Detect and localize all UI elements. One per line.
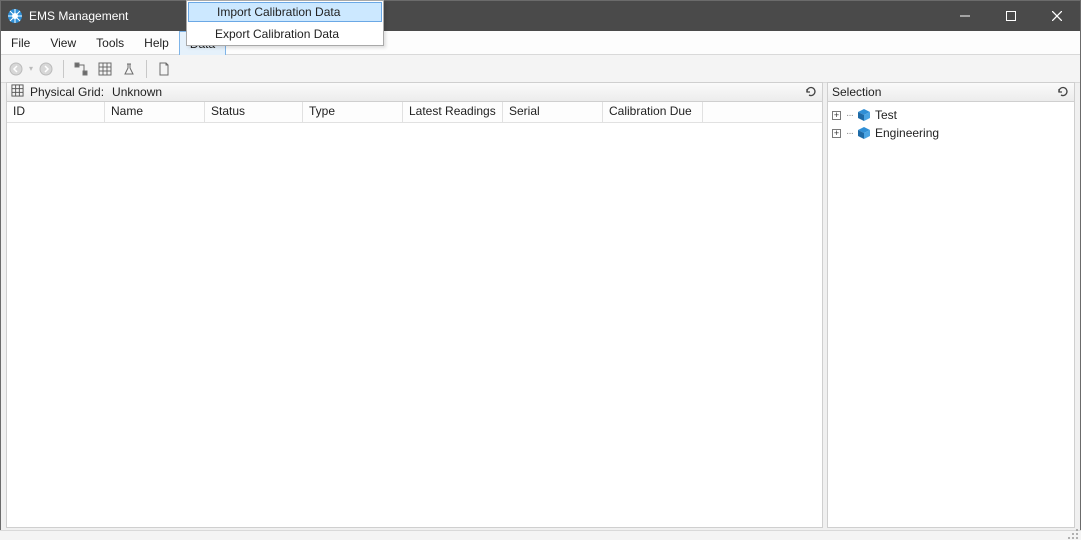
menu-view[interactable]: View [40,31,86,54]
cube-icon [857,108,871,122]
back-split-icon[interactable]: ▾ [29,64,33,73]
tree-node-label: Test [875,108,897,122]
toolbar: ▾ Import Calibration Data Export Calibra… [1,55,1080,83]
menu-tools[interactable]: Tools [86,31,134,54]
toolbar-separator [146,60,147,78]
grid-icon[interactable] [94,58,116,80]
grid-body: ID Name Status Type Latest Readings Seri… [6,102,823,528]
window-controls [942,1,1080,31]
close-button[interactable] [1034,1,1080,31]
tree-node[interactable]: + ··· Test [832,106,1070,124]
back-button[interactable] [5,58,27,80]
grid-panel: Physical Grid: Unknown ID Name Status Ty… [6,82,823,528]
refresh-icon[interactable] [1056,85,1070,102]
titlebar: EMS Management [1,1,1080,31]
col-caldue[interactable]: Calibration Due [603,102,703,122]
toolbar-separator [63,60,64,78]
minimize-button[interactable] [942,1,988,31]
tree-dots-icon: ··· [846,110,853,121]
tree-dots-icon: ··· [846,128,853,139]
grid-header-icon [11,84,24,100]
expand-icon[interactable]: + [832,111,841,120]
data-dropdown: Import Calibration Data Export Calibrati… [186,0,384,46]
menu-file[interactable]: File [1,31,40,54]
grid-column-header: ID Name Status Type Latest Readings Seri… [7,102,822,123]
grid-panel-label: Physical Grid: [30,85,104,99]
maximize-button[interactable] [988,1,1034,31]
menu-help[interactable]: Help [134,31,179,54]
selection-panel: Selection + ··· Test + ··· Engineering [827,82,1075,528]
forward-button[interactable] [35,58,57,80]
menu-export-calibration[interactable]: Export Calibration Data [187,23,383,45]
col-status[interactable]: Status [205,102,303,122]
document-icon[interactable] [153,58,175,80]
col-type[interactable]: Type [303,102,403,122]
expand-icon[interactable]: + [832,129,841,138]
grid-panel-header: Physical Grid: Unknown [6,82,823,102]
col-name[interactable]: Name [105,102,205,122]
tree-connect-icon[interactable] [70,58,92,80]
cube-icon [857,126,871,140]
selection-panel-title: Selection [832,85,881,99]
refresh-icon[interactable] [804,85,818,102]
window-title: EMS Management [29,9,128,23]
app-icon [7,8,23,24]
grid-panel-name: Unknown [112,85,162,99]
col-latest[interactable]: Latest Readings [403,102,503,122]
resize-grip-icon[interactable] [1065,526,1079,540]
menubar: File View Tools Help Data [1,31,1080,55]
selection-tree: + ··· Test + ··· Engineering [827,102,1075,528]
tree-node[interactable]: + ··· Engineering [832,124,1070,142]
tree-node-label: Engineering [875,126,939,140]
selection-panel-header: Selection [827,82,1075,102]
col-serial[interactable]: Serial [503,102,603,122]
col-id[interactable]: ID [7,102,105,122]
menu-import-calibration[interactable]: Import Calibration Data [188,2,382,22]
statusbar [0,530,1081,540]
flask-icon[interactable] [118,58,140,80]
